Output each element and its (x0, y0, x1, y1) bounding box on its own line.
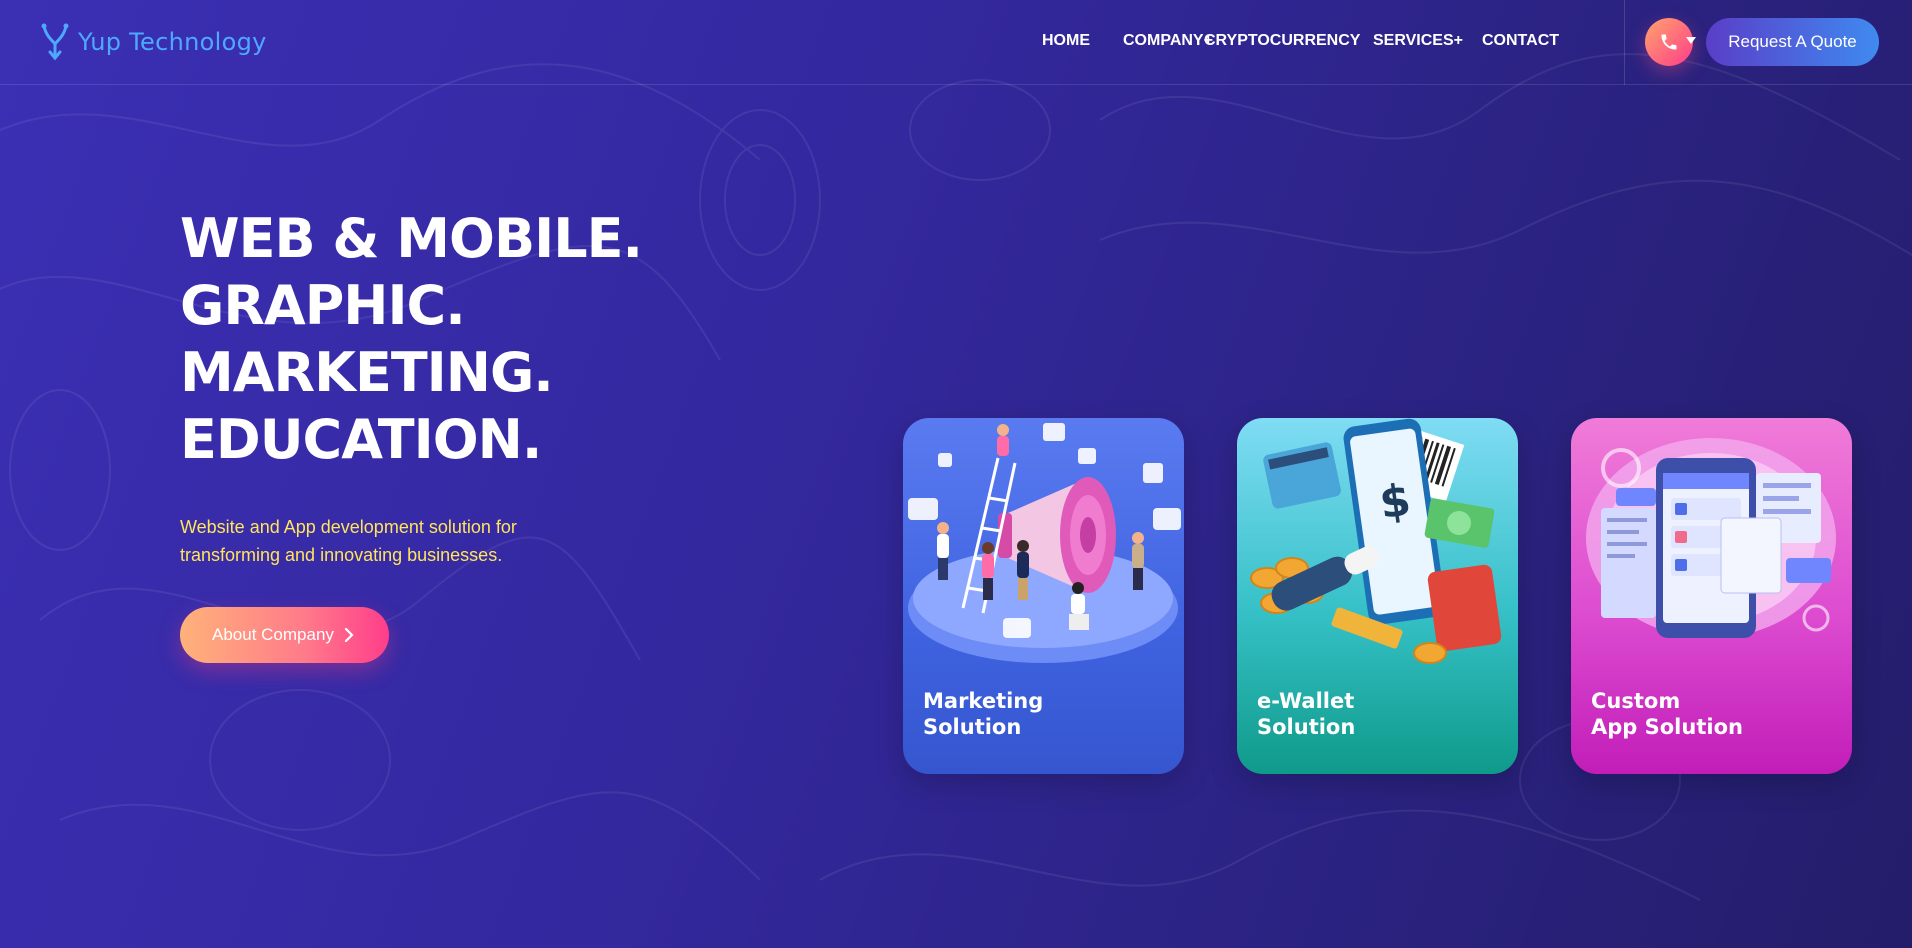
card-title: Custom App Solution (1591, 688, 1743, 740)
nav-item-contact[interactable]: CONTACT (1482, 32, 1559, 50)
header-divider (1624, 0, 1625, 85)
card-title-line: e-Wallet (1257, 689, 1355, 713)
hero-line: MARKETING. (180, 341, 554, 404)
card-title-line: Solution (1257, 715, 1356, 739)
brand-logo[interactable]: Yup Technology (40, 22, 267, 62)
y-logo-icon (41, 23, 69, 61)
app-screens-illustration (1586, 438, 1836, 638)
hero-subtitle-line: Website and App development solution for (180, 517, 517, 537)
hero-line: GRAPHIC. (180, 274, 466, 337)
main-nav: HOME COMPANY+ CRYPTOCURRENCY SERVICES+ C… (1042, 32, 1559, 50)
chevron-right-icon (344, 628, 354, 642)
card-title: Marketing Solution (923, 688, 1043, 740)
about-company-label: About Company (212, 625, 334, 644)
mobile-wallet-illustration: $ (1250, 418, 1502, 664)
nav-item-home[interactable]: HOME (1042, 32, 1123, 50)
card-title: e-Wallet Solution (1257, 688, 1355, 740)
hero-subtitle: Website and App development solution for… (180, 513, 600, 569)
hero-subtitle-line: transforming and innovating businesses. (180, 545, 503, 565)
nav-item-cryptocurrency[interactable]: CRYPTOCURRENCY (1204, 32, 1373, 50)
hero-line: WEB & MOBILE. (180, 207, 643, 270)
card-title-line: App Solution (1591, 715, 1743, 739)
chevron-down-icon[interactable] (1686, 37, 1696, 44)
request-quote-button[interactable]: Request A Quote (1706, 18, 1879, 66)
site-header: Yup Technology HOME COMPANY+ CRYPTOCURRE… (0, 0, 1912, 85)
service-card-marketing[interactable]: Marketing Solution (903, 418, 1184, 774)
hero-line: EDUCATION. (180, 408, 542, 471)
hero-title: WEB & MOBILE. GRAPHIC. MARKETING. EDUCAT… (180, 205, 643, 473)
card-title-line: Solution (923, 715, 1022, 739)
service-card-ewallet[interactable]: $ e-Wallet Solution (1237, 418, 1518, 774)
nav-item-company[interactable]: COMPANY+ (1123, 32, 1213, 50)
nav-item-services[interactable]: SERVICES+ (1373, 32, 1482, 50)
about-company-button[interactable]: About Company (180, 607, 389, 663)
brand-name: Yup Technology (78, 28, 267, 56)
card-title-line: Custom (1591, 689, 1681, 713)
card-title-line: Marketing (923, 689, 1044, 713)
megaphone-team-illustration (908, 423, 1181, 663)
service-card-custom-app[interactable]: Custom App Solution (1571, 418, 1852, 774)
phone-icon (1661, 34, 1677, 50)
